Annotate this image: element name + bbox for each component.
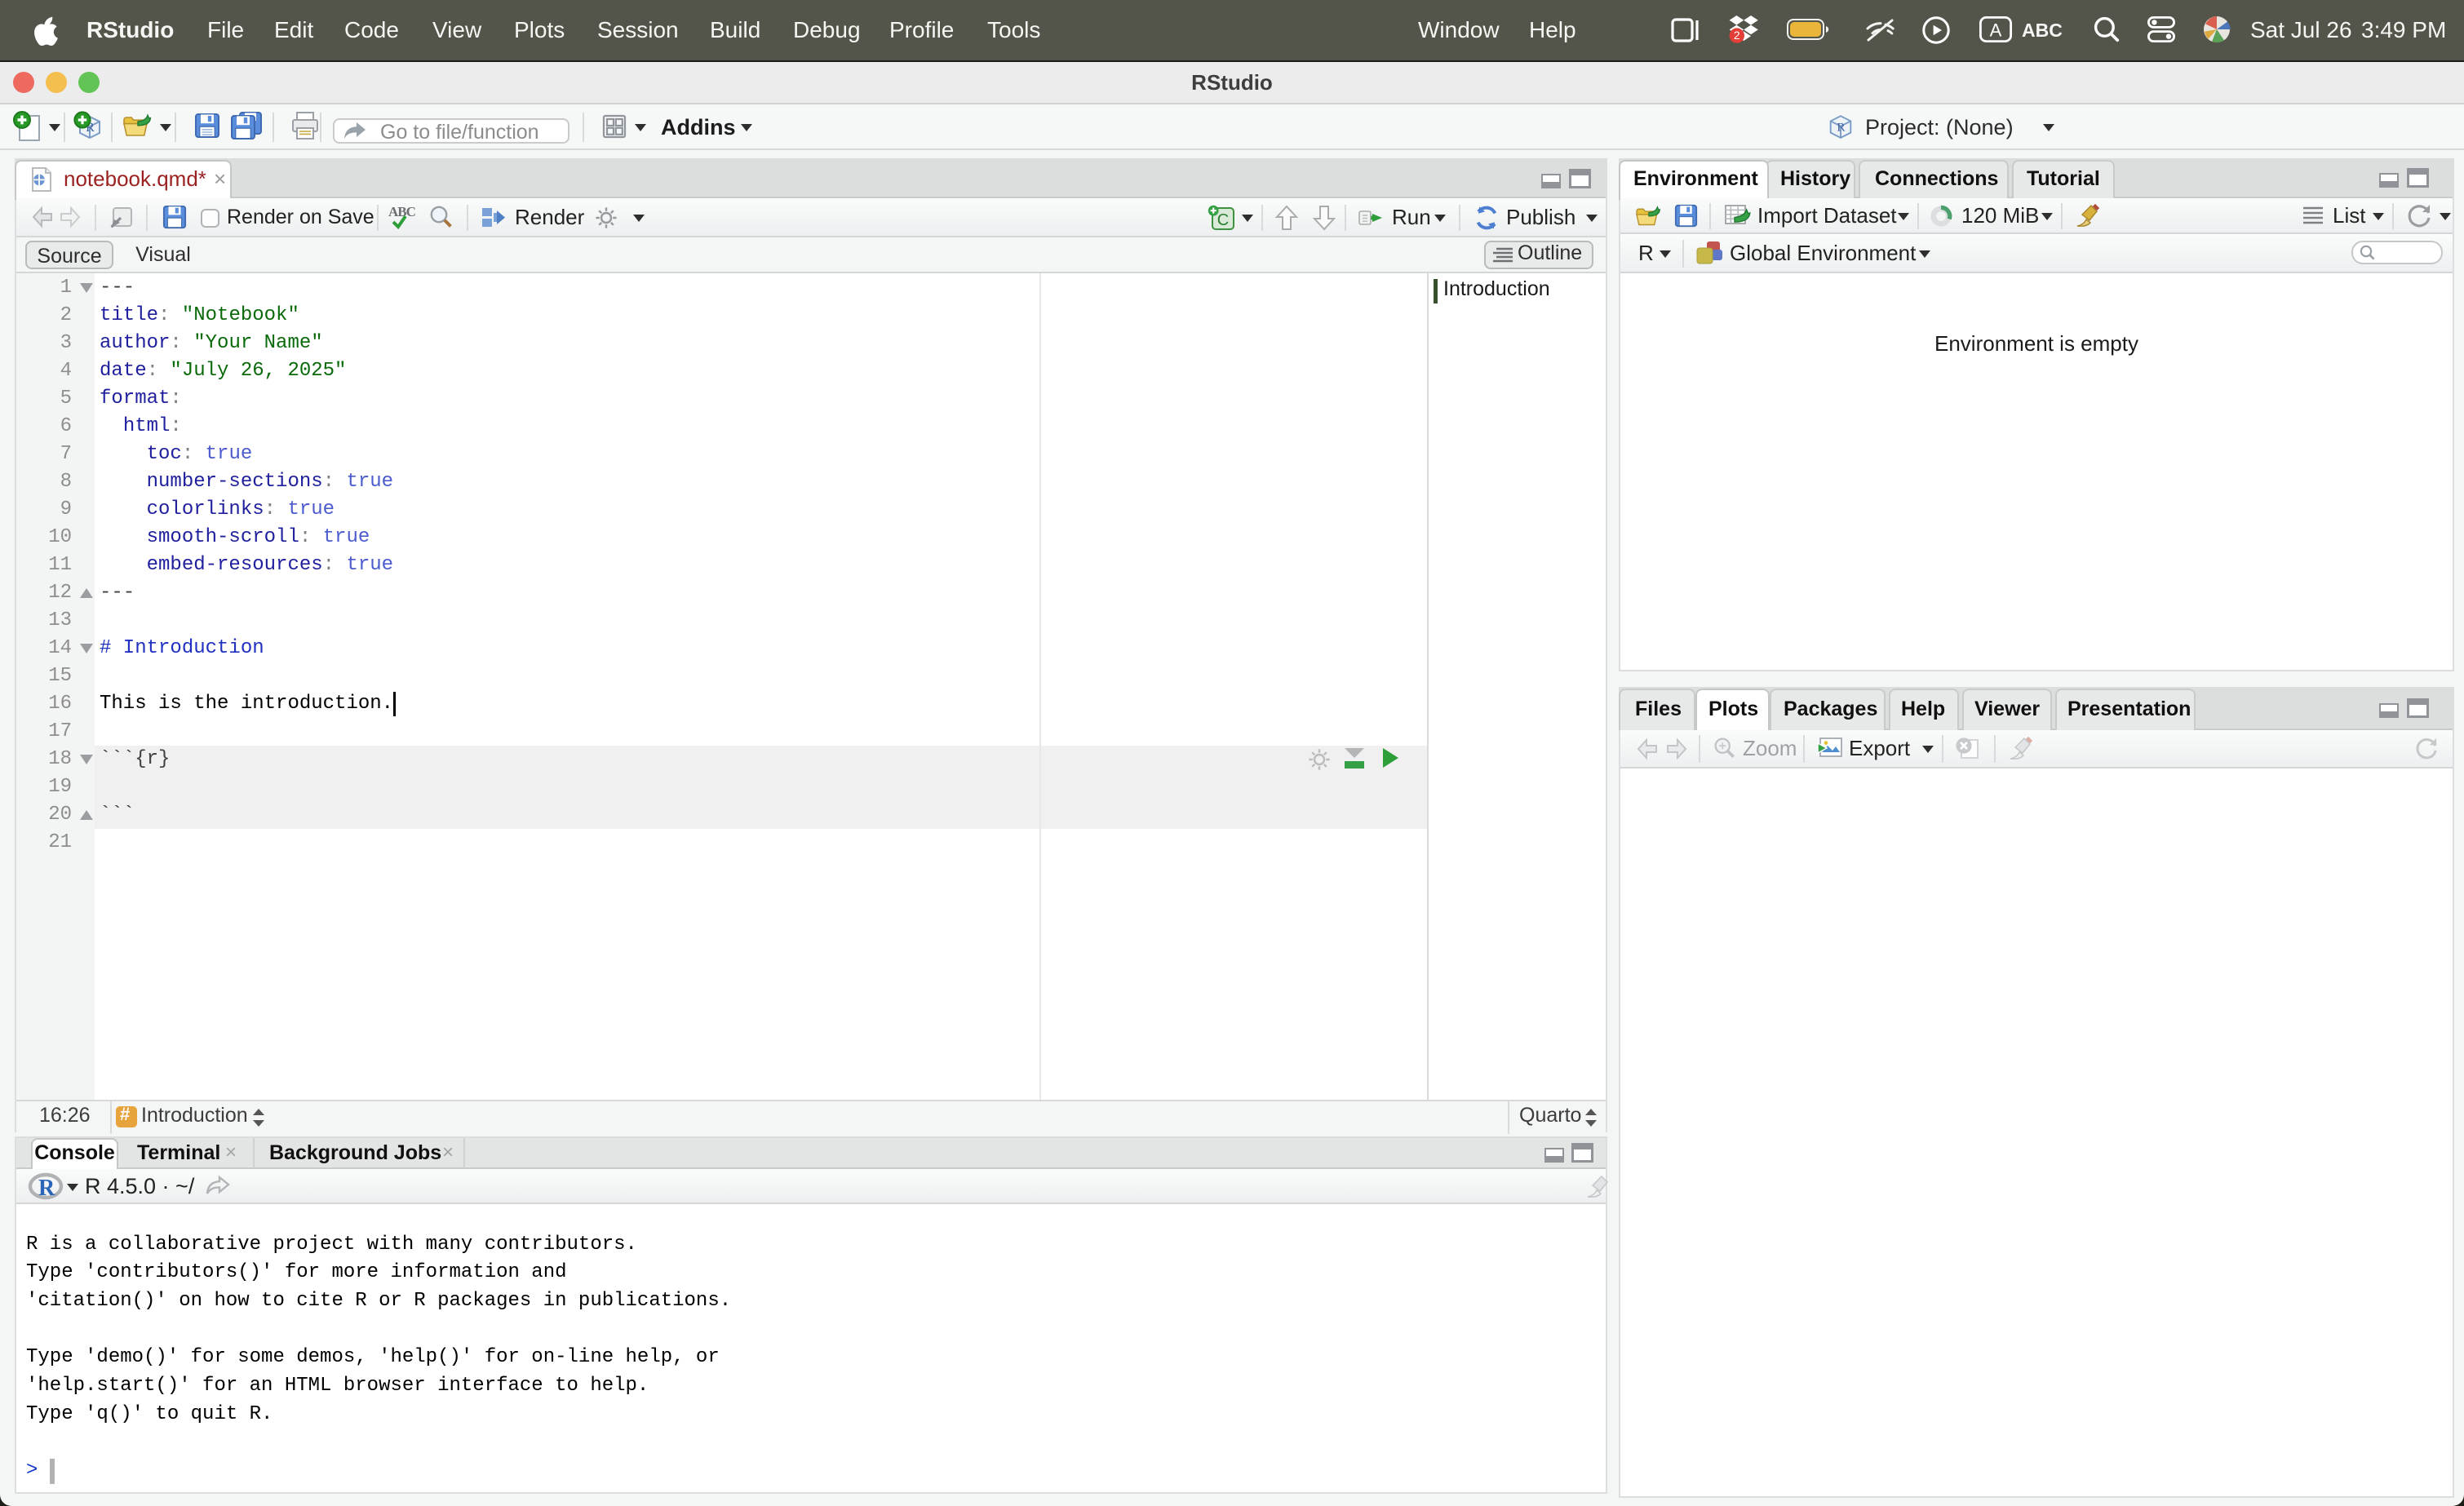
svg-text:ABC: ABC	[388, 204, 415, 219]
svg-text:R: R	[38, 1176, 55, 1201]
svg-text:R: R	[1837, 120, 1846, 134]
svg-text:A: A	[1990, 20, 2002, 40]
svg-text:C: C	[1217, 211, 1229, 229]
svg-text:2: 2	[1734, 29, 1740, 42]
